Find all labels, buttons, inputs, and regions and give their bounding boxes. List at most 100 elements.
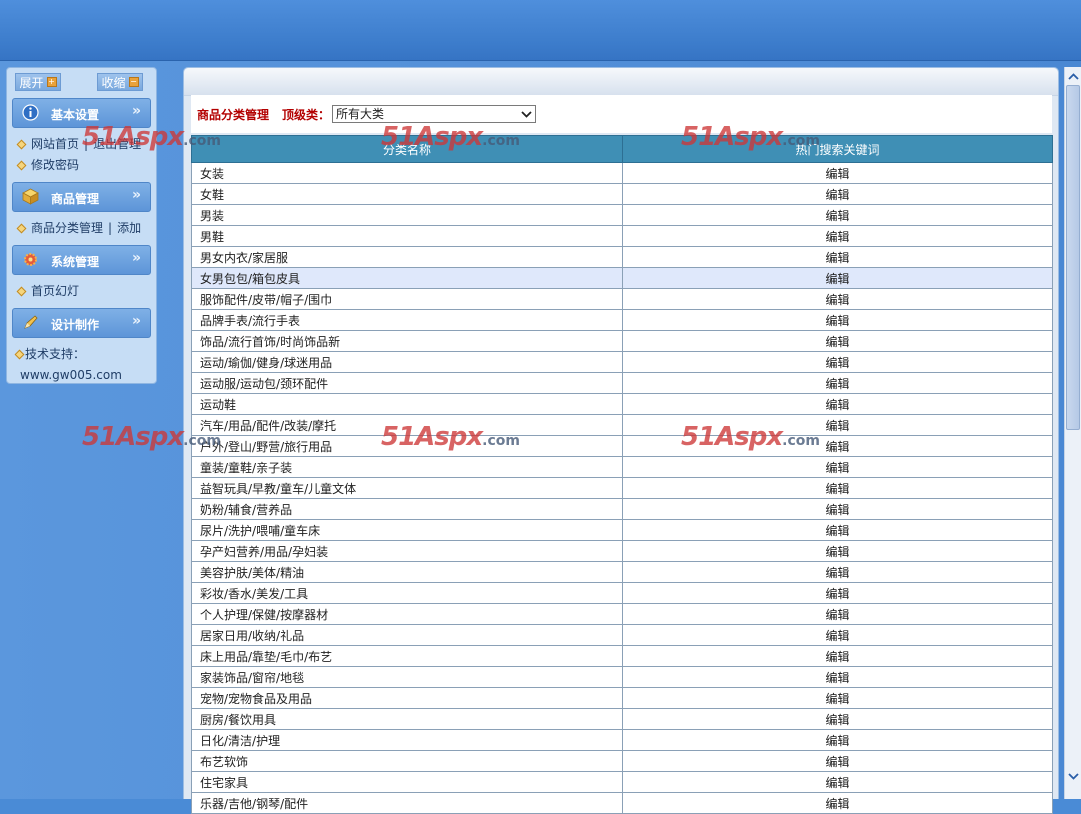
hot-keywords-cell: 编辑 bbox=[622, 645, 1053, 667]
category-name-cell: 奶粉/辅食/营养品 bbox=[191, 498, 623, 520]
section-header-product-management[interactable]: 商品管理 » bbox=[12, 182, 151, 212]
edit-link[interactable]: 编辑 bbox=[825, 503, 849, 517]
edit-link[interactable]: 编辑 bbox=[825, 755, 849, 769]
table-row: 男鞋 编辑 bbox=[191, 225, 1053, 247]
section-header-design[interactable]: 设计制作 » bbox=[12, 308, 151, 338]
table-row: 女鞋 编辑 bbox=[191, 183, 1053, 205]
edit-link[interactable]: 编辑 bbox=[825, 776, 849, 790]
double-chevron-icon: » bbox=[131, 187, 141, 203]
category-name-cell: 日化/清洁/护理 bbox=[191, 729, 623, 751]
edit-link[interactable]: 编辑 bbox=[825, 356, 849, 370]
left-menu: 展开 + 收缩 − 基本设置 » 网站首页 | 退出管理 修改密码 商品管理 »… bbox=[6, 67, 157, 384]
edit-link[interactable]: 编辑 bbox=[825, 482, 849, 496]
edit-link[interactable]: 编辑 bbox=[825, 629, 849, 643]
table-row: 日化/清洁/护理 编辑 bbox=[191, 729, 1053, 751]
category-name-cell: 彩妆/香水/美发/工具 bbox=[191, 582, 623, 604]
filter-toolbar: 商品分类管理 顶级类： 所有大类 bbox=[191, 95, 1052, 133]
table-row: 服饰配件/皮带/帽子/围巾 编辑 bbox=[191, 288, 1053, 310]
edit-link[interactable]: 编辑 bbox=[825, 545, 849, 559]
top-category-select[interactable]: 所有大类 bbox=[332, 105, 537, 123]
section-header-basic-settings[interactable]: 基本设置 » bbox=[12, 98, 151, 128]
column-header-hot-keywords: 热门搜索关键词 bbox=[622, 135, 1053, 163]
category-name-cell: 男鞋 bbox=[191, 225, 623, 247]
edit-link[interactable]: 编辑 bbox=[825, 377, 849, 391]
filter-label: 顶级类： bbox=[282, 107, 331, 122]
edit-link[interactable]: 编辑 bbox=[825, 398, 849, 412]
category-name-cell: 运动服/运动包/颈环配件 bbox=[191, 372, 623, 394]
section-header-system-management[interactable]: 系统管理 » bbox=[12, 245, 151, 275]
category-name-cell: 童装/童鞋/亲子装 bbox=[191, 456, 623, 478]
table-row: 宠物/宠物食品及用品 编辑 bbox=[191, 687, 1053, 709]
expand-all-button[interactable]: 展开 + bbox=[15, 73, 61, 91]
link-tech-support-site[interactable]: www.gw005.com bbox=[20, 365, 122, 383]
table-row: 运动服/运动包/颈环配件 编辑 bbox=[191, 372, 1053, 394]
edit-link[interactable]: 编辑 bbox=[825, 293, 849, 307]
category-name-cell: 孕产妇营养/用品/孕妇装 bbox=[191, 540, 623, 562]
edit-link[interactable]: 编辑 bbox=[825, 734, 849, 748]
hot-keywords-cell: 编辑 bbox=[622, 582, 1053, 604]
section-title: 商品管理 bbox=[51, 192, 100, 206]
edit-link[interactable]: 编辑 bbox=[825, 230, 849, 244]
scroll-up-button[interactable] bbox=[1065, 68, 1081, 85]
hot-keywords-cell: 编辑 bbox=[622, 477, 1053, 499]
table-row: 尿片/洗护/喂哺/童车床 编辑 bbox=[191, 519, 1053, 541]
link-site-home[interactable]: 网站首页 bbox=[31, 134, 79, 155]
section-title: 基本设置 bbox=[51, 108, 100, 122]
edit-link[interactable]: 编辑 bbox=[825, 251, 849, 265]
collapse-all-button[interactable]: 收缩 − bbox=[97, 73, 143, 91]
top-banner bbox=[0, 0, 1081, 61]
double-chevron-icon: » bbox=[131, 103, 141, 119]
table-row: 运动/瑜伽/健身/球迷用品 编辑 bbox=[191, 351, 1053, 373]
edit-link[interactable]: 编辑 bbox=[825, 167, 849, 181]
edit-link[interactable]: 编辑 bbox=[825, 671, 849, 685]
category-name-cell: 宠物/宠物食品及用品 bbox=[191, 687, 623, 709]
main-panel-header bbox=[184, 68, 1058, 96]
vertical-scrollbar[interactable] bbox=[1064, 67, 1081, 799]
hot-keywords-cell: 编辑 bbox=[622, 540, 1053, 562]
edit-link[interactable]: 编辑 bbox=[825, 713, 849, 727]
edit-link[interactable]: 编辑 bbox=[825, 314, 849, 328]
scrollbar-thumb[interactable] bbox=[1066, 85, 1080, 430]
edit-link[interactable]: 编辑 bbox=[825, 209, 849, 223]
edit-link[interactable]: 编辑 bbox=[825, 335, 849, 349]
column-header-category-name: 分类名称 bbox=[191, 135, 623, 163]
edit-link[interactable]: 编辑 bbox=[825, 566, 849, 580]
table-row: 家装饰品/窗帘/地毯 编辑 bbox=[191, 666, 1053, 688]
link-add-category[interactable]: 添加 bbox=[117, 218, 141, 239]
hot-keywords-cell: 编辑 bbox=[622, 309, 1053, 331]
edit-link[interactable]: 编辑 bbox=[825, 461, 849, 475]
edit-link[interactable]: 编辑 bbox=[825, 650, 849, 664]
hot-keywords-cell: 编辑 bbox=[622, 393, 1053, 415]
pencil-icon bbox=[24, 315, 38, 329]
edit-link[interactable]: 编辑 bbox=[825, 524, 849, 538]
section-title: 设计制作 bbox=[51, 318, 100, 332]
category-name-cell: 个人护理/保健/按摩器材 bbox=[191, 603, 623, 625]
edit-link[interactable]: 编辑 bbox=[825, 608, 849, 622]
scroll-down-button[interactable] bbox=[1065, 768, 1081, 785]
hot-keywords-cell: 编辑 bbox=[622, 624, 1053, 646]
edit-link[interactable]: 编辑 bbox=[825, 272, 849, 286]
hot-keywords-cell: 编辑 bbox=[622, 561, 1053, 583]
edit-link[interactable]: 编辑 bbox=[825, 692, 849, 706]
hot-keywords-cell: 编辑 bbox=[622, 183, 1053, 205]
table-row: 女男包包/箱包皮具 编辑 bbox=[191, 267, 1053, 289]
chevron-up-icon bbox=[1067, 73, 1079, 80]
hot-keywords-cell: 编辑 bbox=[622, 330, 1053, 352]
edit-link[interactable]: 编辑 bbox=[825, 440, 849, 454]
link-home-slideshow[interactable]: 首页幻灯 bbox=[31, 281, 79, 302]
page-title: 商品分类管理 bbox=[197, 107, 270, 122]
hot-keywords-cell: 编辑 bbox=[622, 372, 1053, 394]
category-name-cell: 品牌手表/流行手表 bbox=[191, 309, 623, 331]
category-name-cell: 住宅家具 bbox=[191, 771, 623, 793]
link-logout[interactable]: 退出管理 bbox=[93, 134, 141, 155]
edit-link[interactable]: 编辑 bbox=[825, 419, 849, 433]
category-name-cell: 女装 bbox=[191, 162, 623, 184]
edit-link[interactable]: 编辑 bbox=[825, 188, 849, 202]
table-row: 运动鞋 编辑 bbox=[191, 393, 1053, 415]
hot-keywords-cell: 编辑 bbox=[622, 246, 1053, 268]
table-row: 汽车/用品/配件/改装/摩托 编辑 bbox=[191, 414, 1053, 436]
edit-link[interactable]: 编辑 bbox=[825, 587, 849, 601]
link-category-management[interactable]: 商品分类管理 bbox=[31, 218, 103, 239]
menu-controls: 展开 + 收缩 − bbox=[7, 68, 156, 98]
link-change-password[interactable]: 修改密码 bbox=[31, 155, 79, 176]
